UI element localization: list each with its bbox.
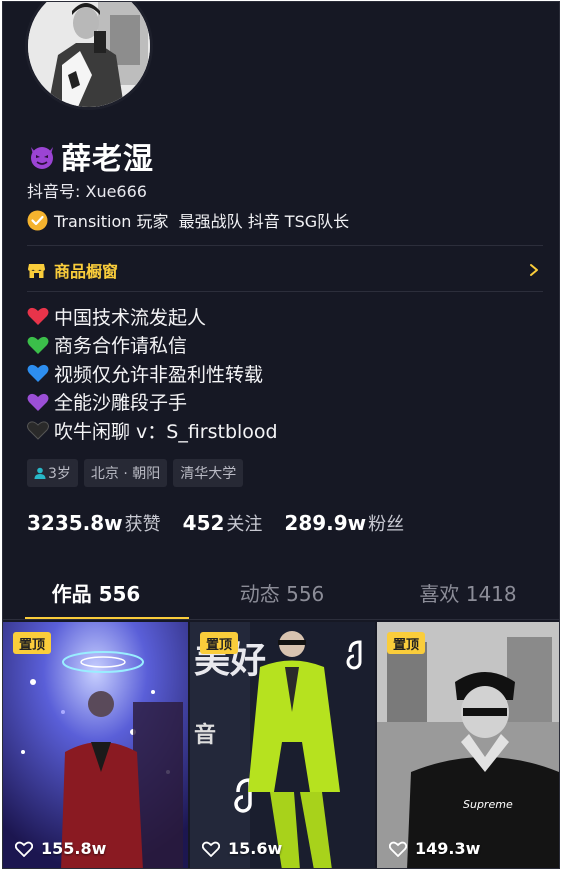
avatar[interactable] xyxy=(25,2,153,110)
devil-emoji-icon xyxy=(31,147,53,169)
following-count[interactable]: 452 xyxy=(183,511,225,535)
tab-updates[interactable]: 动态 556 xyxy=(189,564,375,620)
heart-outline-icon xyxy=(389,841,407,857)
video-likes: 15.6w xyxy=(202,839,282,858)
bio-line: 中国技术流发起人 xyxy=(27,302,278,331)
pinned-badge: 置顶 xyxy=(387,632,426,654)
bio-line: 吹牛闲聊 v：S_firstblood xyxy=(27,416,278,445)
bio-text: 商务合作请私信 xyxy=(54,335,188,358)
followers-count[interactable]: 289.9w xyxy=(284,511,366,535)
bio-line: 全能沙雕段子手 xyxy=(27,388,278,417)
verification-row: Transition 玩家 最强战队 抖音 TSG队长 xyxy=(27,208,349,232)
profile-tags: 3岁 北京 · 朝阳 清华大学 xyxy=(27,459,244,487)
video-thumbnail-image: 美好 音 xyxy=(190,622,375,868)
green-heart-icon xyxy=(27,336,49,354)
chevron-right-icon xyxy=(530,264,538,276)
followers-label[interactable]: 粉丝 xyxy=(368,510,404,536)
video-likes: 155.8w xyxy=(15,839,106,858)
bio-line: 商务合作请私信 xyxy=(27,331,278,360)
bio-text: 吹牛闲聊 v：S_firstblood xyxy=(54,420,278,443)
heart-outline-icon xyxy=(202,841,220,857)
heart-outline-icon xyxy=(15,841,33,857)
profile-stats: 3235.8w 获赞 452 关注 289.9w 粉丝 xyxy=(27,510,426,536)
bio-line: 视频仅允许非盈利性转载 xyxy=(27,359,278,388)
svg-text:Supreme: Supreme xyxy=(463,798,513,811)
video-grid: 置顶 155.8w 美好 音 15.6w Supreme 置顶 149.3w 置… xyxy=(3,622,559,868)
tab-likes[interactable]: 喜欢 1418 xyxy=(375,564,559,620)
tab-works[interactable]: 作品 556 xyxy=(3,564,189,620)
location-tag: 北京 · 朝阳 xyxy=(83,459,168,487)
tab-divider xyxy=(3,619,559,620)
profile-name: 薛老湿 xyxy=(61,142,154,177)
person-icon xyxy=(34,467,46,479)
shop-window-label: 商品橱窗 xyxy=(54,262,119,281)
school-tag: 清华大学 xyxy=(173,459,244,487)
bio: 中国技术流发起人 商务合作请私信 视频仅允许非盈利性转载 全能沙雕段子手 吹牛闲… xyxy=(27,302,278,445)
verified-check-icon xyxy=(27,210,48,230)
bio-text: 全能沙雕段子手 xyxy=(54,392,188,415)
video-thumbnail[interactable]: 置顶 155.8w xyxy=(3,622,188,868)
red-heart-icon xyxy=(27,308,49,326)
video-thumbnail[interactable]: 美好 音 15.6w xyxy=(190,622,375,868)
black-heart-icon xyxy=(27,421,49,440)
account-id[interactable]: 抖音号: Xue666 xyxy=(27,178,147,202)
svg-text:音: 音 xyxy=(194,722,216,748)
verification-text: Transition 玩家 最强战队 抖音 TSG队长 xyxy=(54,212,350,231)
content-tabs: 作品 556 动态 556 喜欢 1418 xyxy=(3,564,559,620)
video-likes: 149.3w xyxy=(389,839,480,858)
pinned-badge: 置顶 xyxy=(200,632,239,654)
pinned-badge: 置顶 xyxy=(13,632,52,654)
likes-count: 3235.8w xyxy=(27,511,123,535)
video-thumbnail[interactable]: Supreme 置顶 149.3w xyxy=(377,622,559,868)
divider xyxy=(27,291,543,292)
purple-heart-icon xyxy=(27,393,49,411)
shop-window-entry[interactable]: 商品橱窗 xyxy=(27,256,543,284)
blue-heart-icon xyxy=(27,365,49,383)
following-label[interactable]: 关注 xyxy=(226,510,262,536)
profile-screen: 薛老湿 抖音号: Xue666 Transition 玩家 最强战队 抖音 TS… xyxy=(2,1,560,869)
profile-name-row: 薛老湿 xyxy=(27,134,154,178)
likes-label: 获赞 xyxy=(124,514,161,535)
video-thumbnail-image: Supreme xyxy=(377,622,559,868)
age-tag: 3岁 xyxy=(27,459,78,487)
bio-text: 视频仅允许非盈利性转载 xyxy=(54,363,264,386)
video-thumbnail-image xyxy=(3,622,188,868)
bio-text: 中国技术流发起人 xyxy=(54,306,207,329)
storefront-icon xyxy=(28,263,45,278)
divider xyxy=(27,245,543,246)
